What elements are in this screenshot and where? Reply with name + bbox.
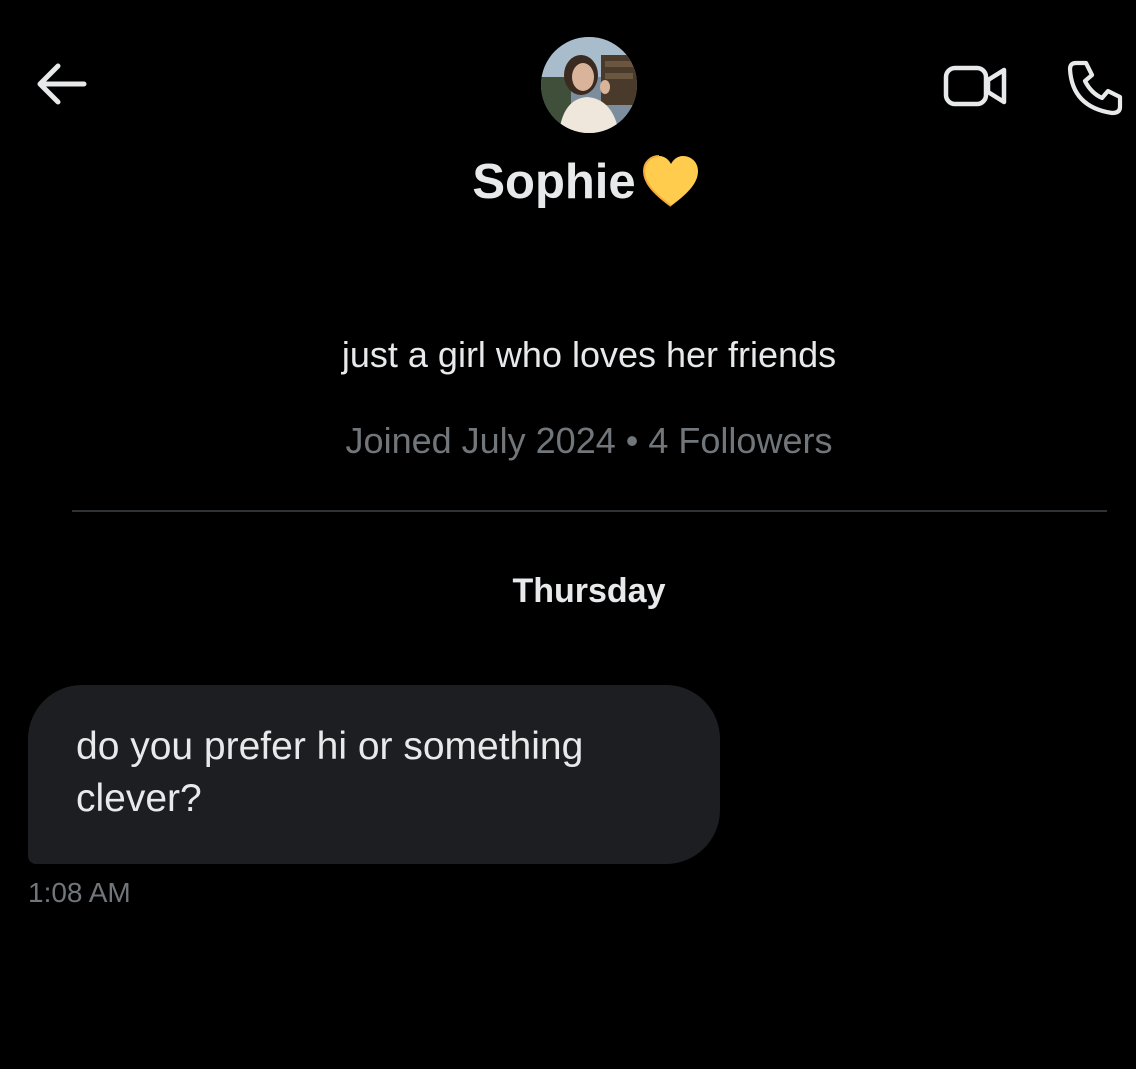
- back-button[interactable]: [30, 58, 90, 110]
- avatar[interactable]: [541, 37, 637, 133]
- profile-name-text: Sophie: [472, 155, 636, 209]
- profile-bio: just a girl who loves her friends: [341, 334, 837, 375]
- voice-call-button[interactable]: [1062, 56, 1128, 118]
- profile-name: Sophie: [0, 150, 1136, 214]
- profile-meta: Joined July 2024 • 4 Followers: [0, 418, 1136, 464]
- meta-separator: •: [625, 420, 639, 461]
- arrow-left-icon: [37, 63, 87, 105]
- video-call-button[interactable]: [938, 56, 1012, 116]
- day-separator: Thursday: [512, 572, 666, 610]
- phone-icon: [1067, 60, 1123, 116]
- message-bubble[interactable]: do you prefer hi or something clever?: [28, 685, 720, 864]
- joined-date: Joined July 2024: [345, 420, 616, 461]
- message-timestamp: 1:08 AM: [28, 877, 131, 908]
- divider: [72, 510, 1107, 512]
- avatar-photo: [541, 37, 637, 133]
- message-text: do you prefer hi or something clever?: [76, 725, 584, 820]
- followers-count[interactable]: 4 Followers: [648, 420, 832, 461]
- video-camera-icon: [943, 65, 1007, 107]
- yellow-heart-icon: [640, 152, 702, 212]
